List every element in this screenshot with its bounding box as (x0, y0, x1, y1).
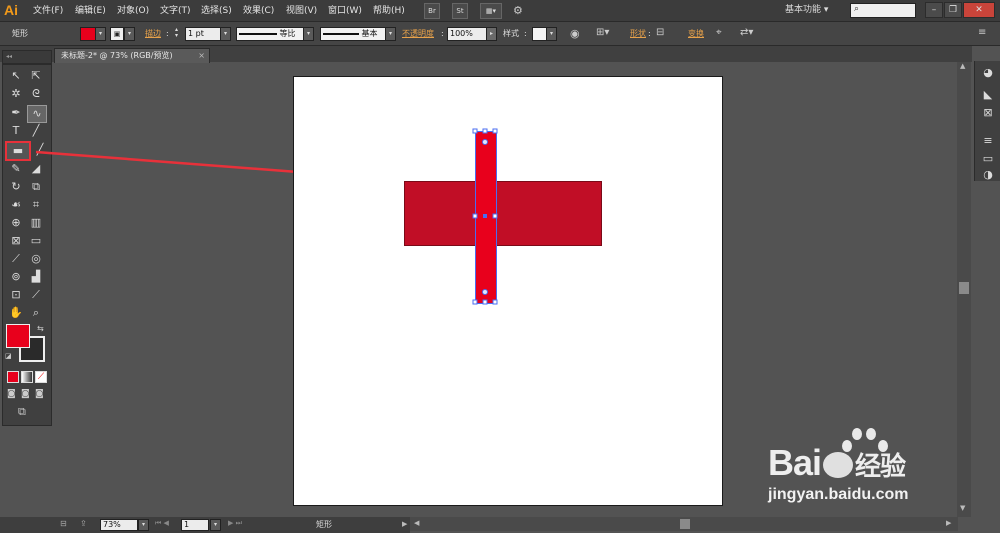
watermark-url: jingyan.baidu.com (768, 486, 909, 503)
share-icon[interactable]: ⇪ (80, 519, 87, 528)
first-artboard-icon[interactable]: ⏮ ◀ (155, 519, 169, 528)
baidu-jingyan-watermark: Bai 经验 jingyan.baidu.com (768, 428, 988, 516)
scroll-up-icon[interactable]: ▲ (960, 62, 965, 70)
horizontal-scroll-thumb[interactable] (680, 519, 690, 529)
artboard-nav-icon[interactable]: ⊟ (60, 519, 67, 528)
zoom-dropdown[interactable]: ▾ (138, 519, 149, 531)
current-tool-label: 矩形 (316, 520, 332, 529)
scroll-right-icon[interactable]: ▶ (946, 519, 951, 527)
status-menu-icon[interactable]: ▶ (402, 520, 407, 528)
artboard-number-input[interactable]: 1 (181, 519, 209, 531)
watermark-brand: Bai 经验 (768, 442, 906, 483)
vertical-scroll-thumb[interactable] (959, 282, 969, 294)
last-artboard-icon[interactable]: ▶ ⏭ (228, 519, 242, 528)
artboard-dropdown[interactable]: ▾ (210, 519, 221, 531)
status-bar: ⊟ ⇪ 73% ▾ ⏮ ◀ 1 ▾ ▶ ⏭ 矩形 ▶ (0, 517, 410, 533)
horizontal-scrollbar[interactable]: ◀ ▶ (410, 517, 958, 531)
scroll-left-icon[interactable]: ◀ (414, 519, 419, 527)
zoom-input[interactable]: 73% (100, 519, 138, 531)
